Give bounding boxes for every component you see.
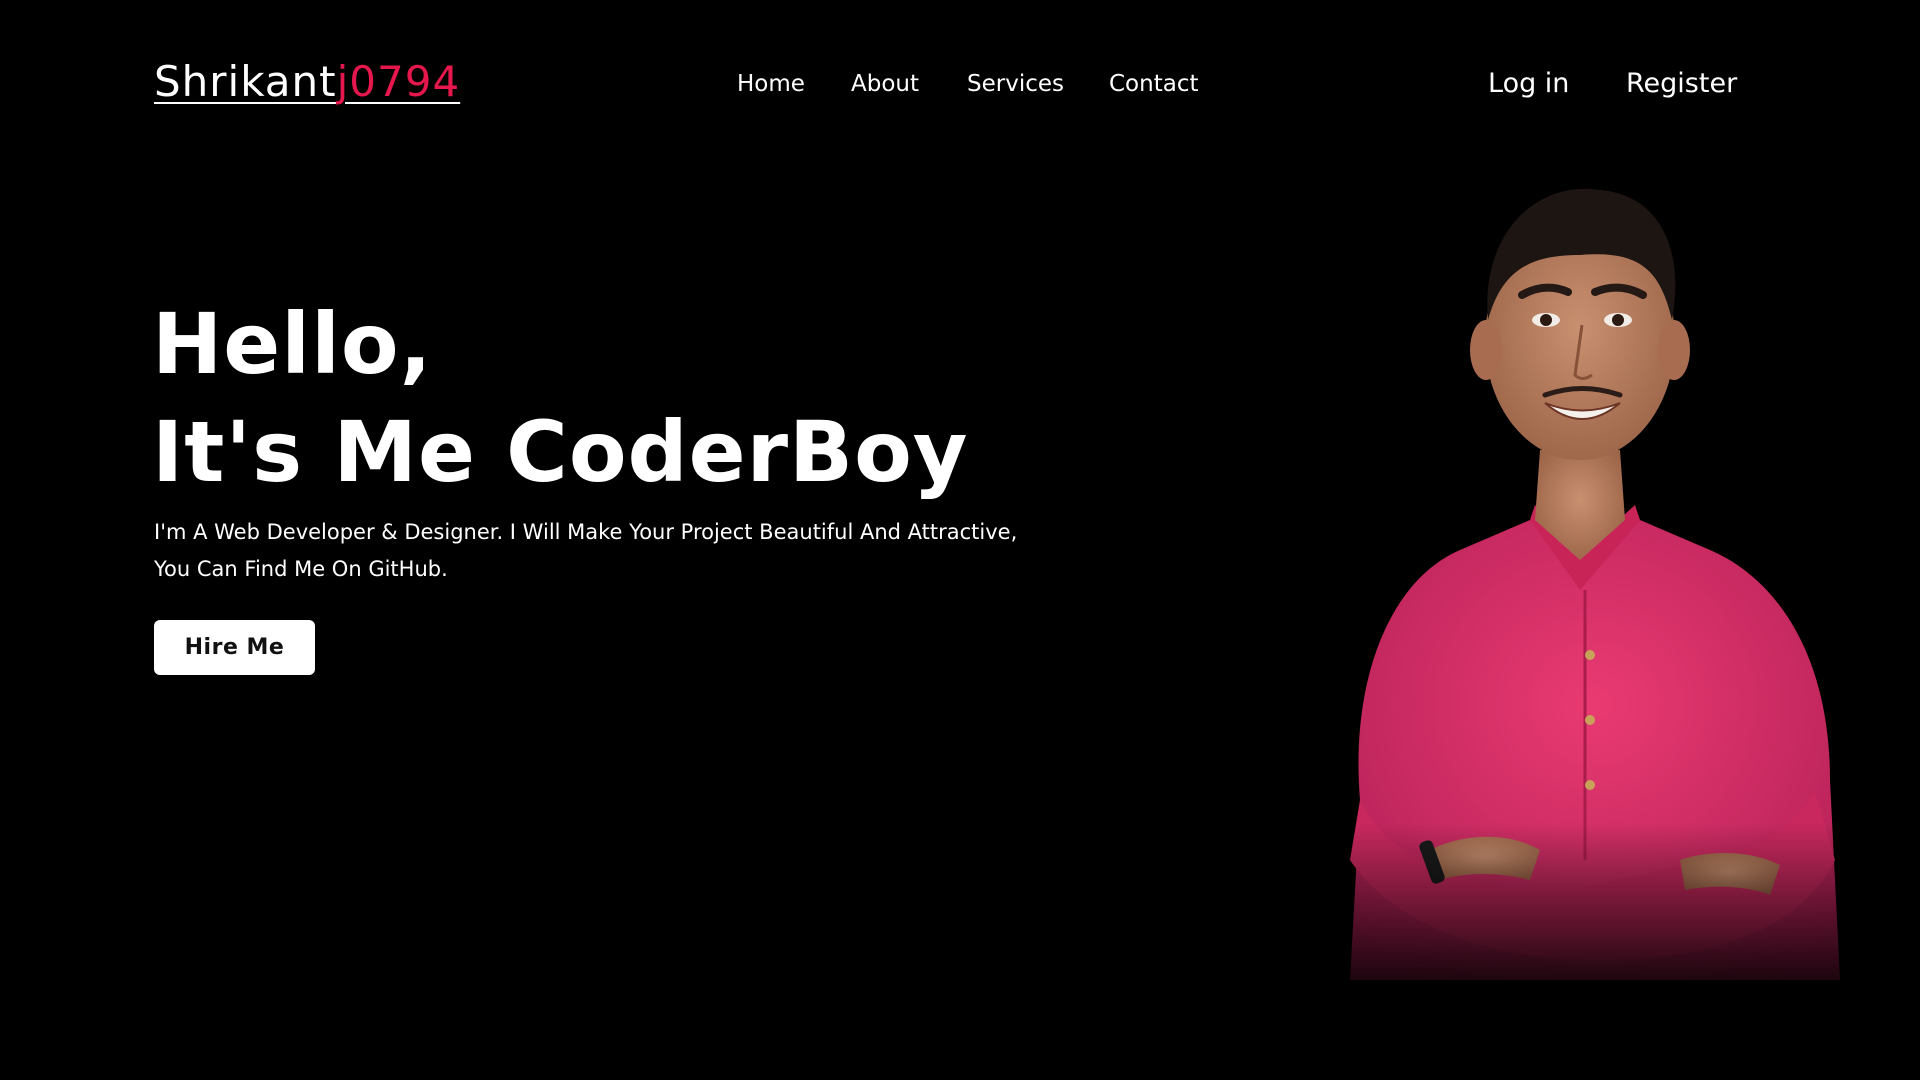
hero-title-line2: It's Me CoderBoy — [152, 403, 969, 501]
nav-contact-link[interactable]: Contact — [1109, 66, 1198, 102]
nav-about-link[interactable]: About — [851, 66, 919, 102]
hero-title: Hello, It's Me CoderBoy — [152, 290, 969, 506]
login-link[interactable]: Log in — [1488, 64, 1569, 104]
hero-title-line1: Hello, — [152, 295, 433, 393]
hero-description: I'm A Web Developer & Designer. I Will M… — [154, 514, 1054, 588]
hire-me-button[interactable]: Hire Me — [154, 620, 315, 675]
register-link[interactable]: Register — [1626, 64, 1737, 104]
nav-home-link[interactable]: Home — [737, 66, 805, 102]
profile-portrait-image — [1240, 160, 1860, 1010]
nav-services-link[interactable]: Services — [967, 66, 1064, 102]
hero-description-line2: You Can Find Me On GitHub. — [154, 557, 448, 581]
hero-description-line1: I'm A Web Developer & Designer. I Will M… — [154, 520, 1018, 544]
